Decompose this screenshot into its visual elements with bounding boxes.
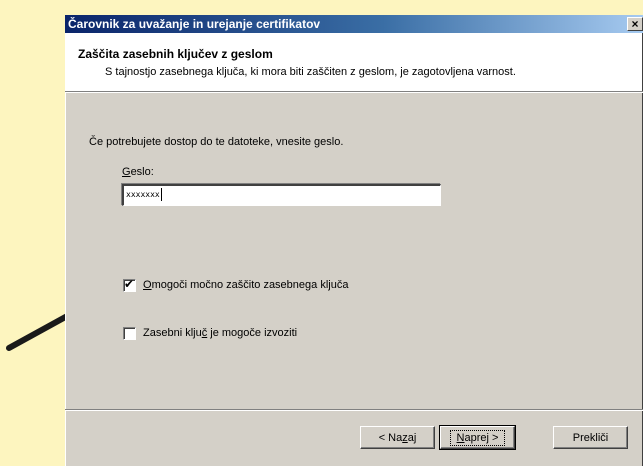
cancel-button[interactable]: Prekliči bbox=[553, 426, 628, 449]
strong-protection-label[interactable]: Omogoči močno zaščito zasebnega ključa bbox=[143, 279, 348, 291]
exportable-key-label[interactable]: Zasebni ključ je mogoče izvoziti bbox=[143, 327, 297, 339]
strong-protection-rest: mogoči močno zaščito zasebnega ključa bbox=[151, 279, 349, 291]
next-button[interactable]: Naprej > bbox=[439, 425, 516, 450]
strong-protection-accel: O bbox=[143, 279, 152, 291]
window-title: Čarovnik za uvažanje in urejanje certifi… bbox=[68, 17, 321, 31]
header-panel bbox=[66, 33, 642, 91]
next-post: aprej > bbox=[464, 431, 499, 444]
exportable-key-pre: Zasebni klju bbox=[143, 327, 202, 339]
strong-protection-checkbox[interactable]: ✔ bbox=[123, 277, 136, 292]
certificate-wizard-dialog: Čarovnik za uvažanje in urejanje certifi… bbox=[65, 15, 643, 466]
exportable-key-post: je mogoče izvoziti bbox=[207, 327, 298, 339]
password-input[interactable]: xxxxxxx bbox=[122, 184, 441, 206]
password-value: xxxxxxx bbox=[126, 190, 160, 199]
instruction-text: Če potrebujete dostop do te datoteke, vn… bbox=[89, 136, 344, 148]
text-caret bbox=[160, 188, 162, 201]
next-accel: N bbox=[456, 431, 465, 444]
back-pre: < Na bbox=[378, 431, 403, 444]
footer-divider bbox=[65, 409, 643, 411]
page-subtitle: S tajnostjo zasebnega ključa, ki mora bi… bbox=[105, 66, 516, 78]
password-label: Geslo: bbox=[122, 166, 154, 178]
next-focus-rect: Naprej > bbox=[449, 429, 506, 446]
back-post: aj bbox=[407, 431, 417, 444]
page-title: Zaščita zasebnih ključev z geslom bbox=[78, 47, 273, 61]
close-icon: × bbox=[631, 17, 639, 31]
password-label-rest: eslo: bbox=[130, 166, 154, 178]
checkmark-icon: ✔ bbox=[124, 277, 135, 291]
exportable-key-checkbox[interactable] bbox=[123, 327, 136, 340]
title-bar[interactable]: Čarovnik za uvažanje in urejanje certifi… bbox=[65, 15, 643, 33]
password-label-accel: G bbox=[122, 166, 131, 178]
back-button[interactable]: < Na z aj bbox=[360, 426, 435, 449]
close-button[interactable]: × bbox=[627, 17, 643, 31]
header-divider bbox=[65, 91, 643, 93]
